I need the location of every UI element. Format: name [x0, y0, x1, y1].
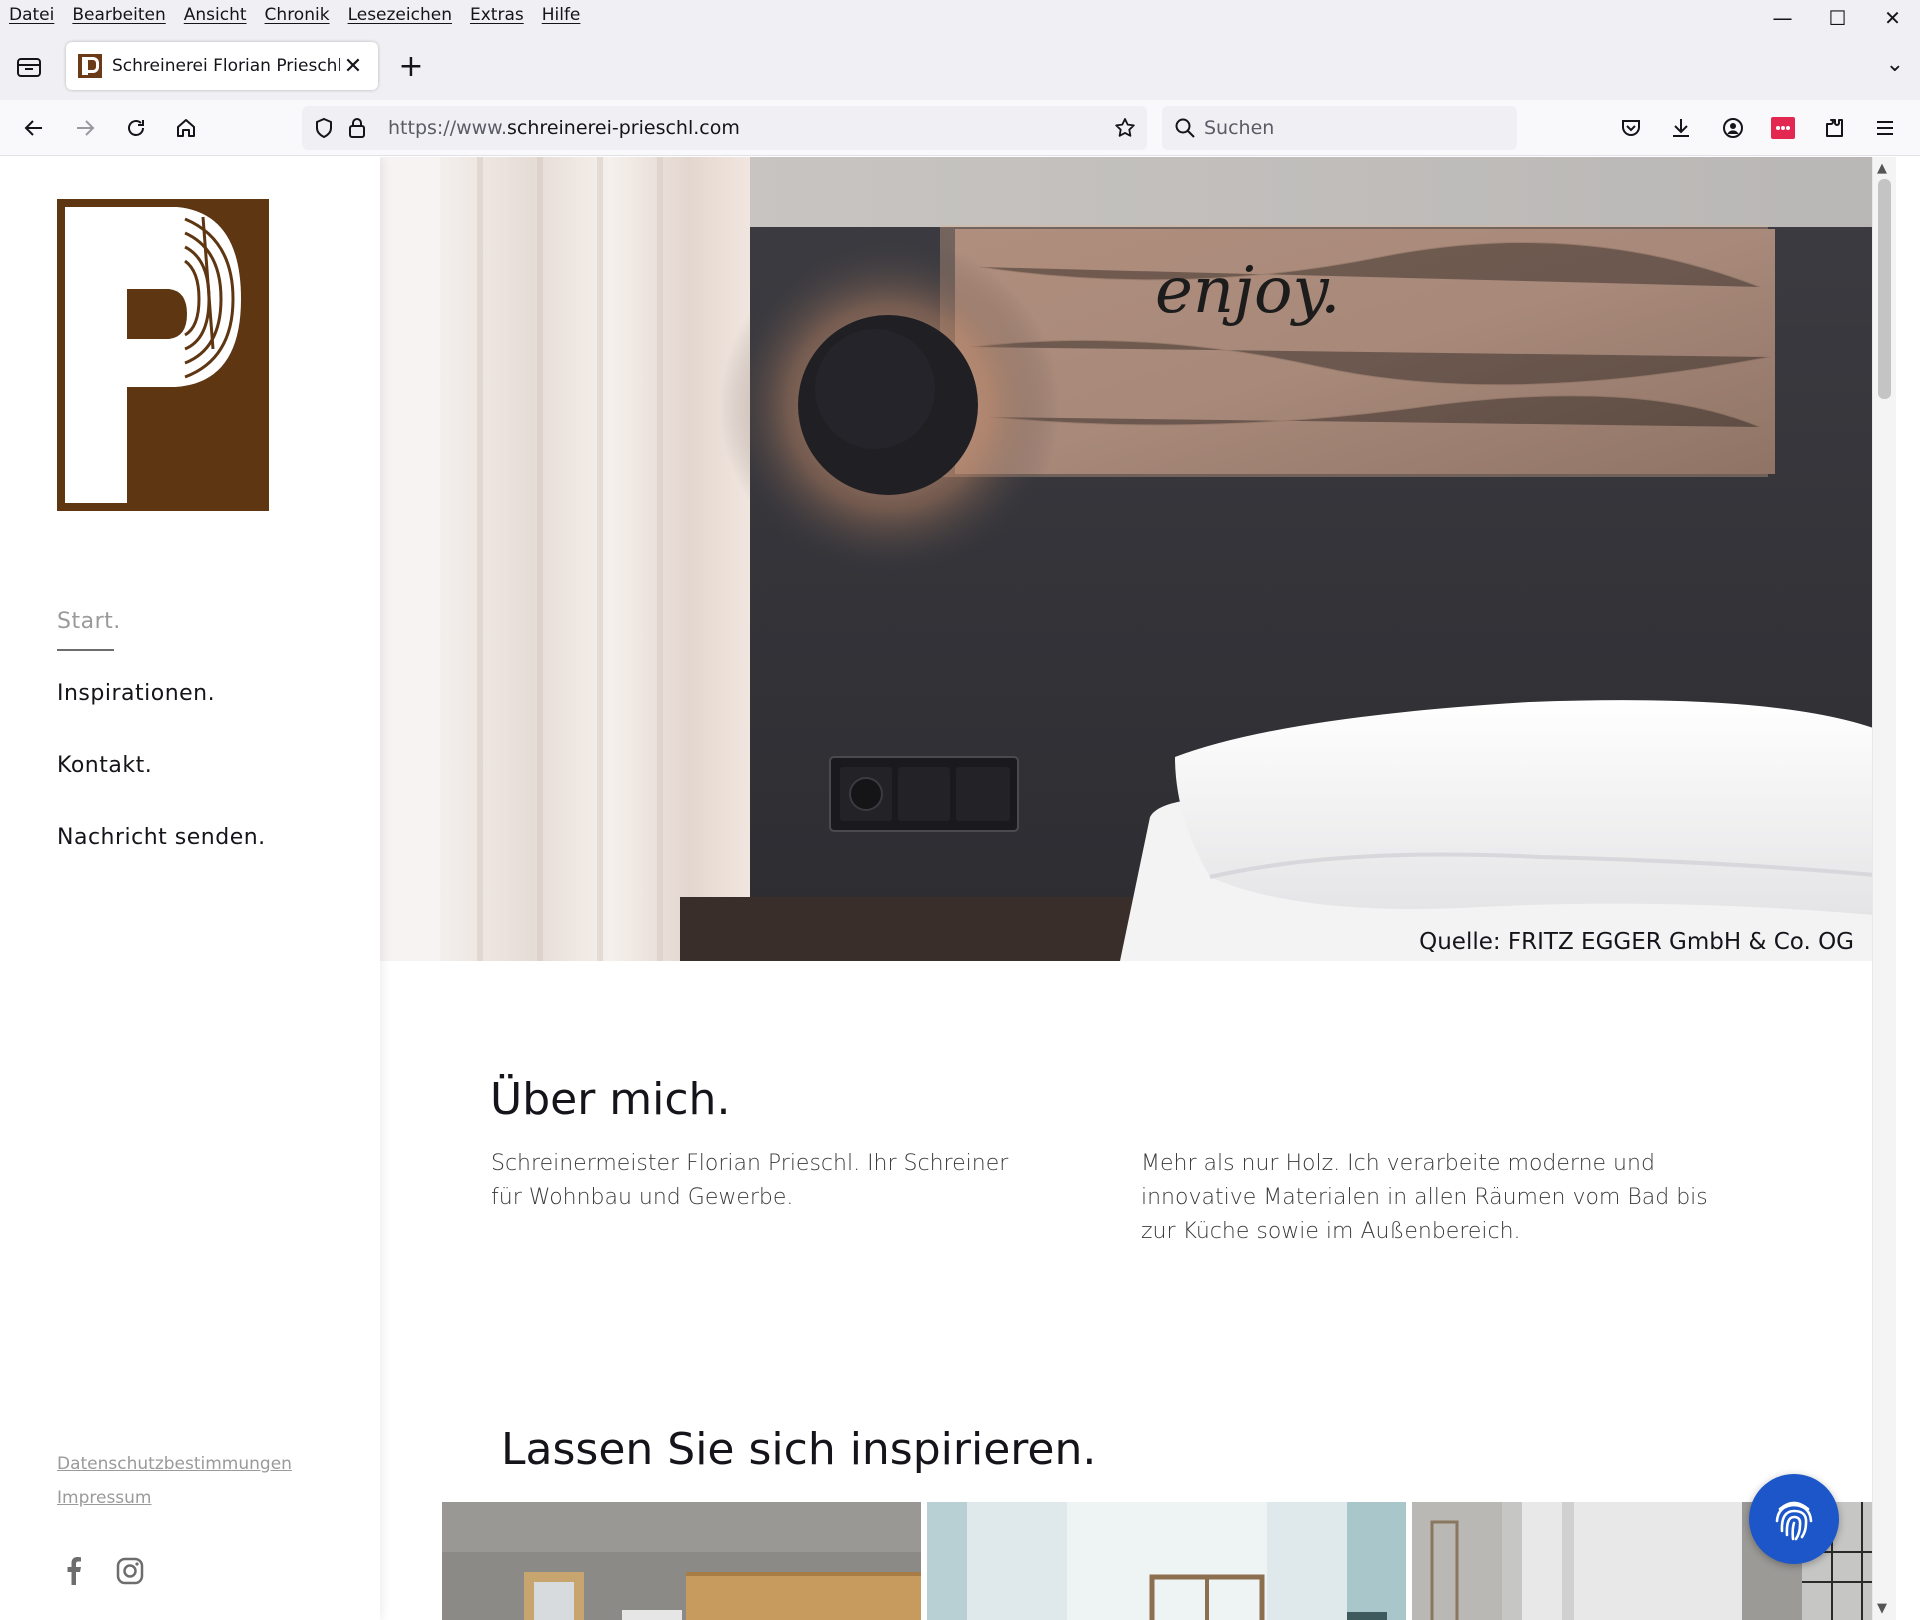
about-text-left: Schreinermeister Florian Prieschl. Ihr S…	[491, 1151, 1009, 1210]
search-bar[interactable]: Suchen	[1162, 106, 1517, 150]
tab-bar: Schreinerei Florian Prieschl ✕ + ⌄	[0, 30, 1920, 100]
menu-bar: Datei Bearbeiten Ansicht Chronik Lesezei…	[0, 0, 1920, 30]
gallery-tile[interactable]	[927, 1502, 1406, 1620]
reload-icon[interactable]	[120, 112, 152, 144]
fingerprint-icon	[1775, 1501, 1813, 1541]
nav-kontakt[interactable]: Kontakt.	[57, 753, 266, 825]
url-text[interactable]: https://www.schreinerei-prieschl.com	[388, 117, 740, 139]
url-bar[interactable]: https://www.schreinerei-prieschl.com	[302, 106, 1147, 150]
back-icon[interactable]	[18, 112, 50, 144]
inspiration-gallery	[442, 1502, 1892, 1620]
url-scheme: https://www.	[388, 117, 508, 139]
list-all-tabs-icon[interactable]: ⌄	[1886, 52, 1904, 77]
menu-bearbeiten[interactable]: Bearbeiten	[63, 5, 174, 25]
search-input[interactable]: Suchen	[1204, 117, 1274, 139]
gallery-tile[interactable]	[442, 1502, 921, 1620]
link-datenschutz[interactable]: Datenschutzbestimmungen	[57, 1454, 292, 1488]
bookmark-star-icon[interactable]	[1113, 116, 1137, 144]
search-icon	[1174, 117, 1196, 143]
headboard-text: enjoy.	[1155, 254, 1340, 328]
menu-extras[interactable]: Extras	[461, 5, 533, 25]
home-icon[interactable]	[170, 112, 202, 144]
instagram-icon[interactable]	[113, 1554, 147, 1588]
site-nav: Start. Inspirationen. Kontakt. Nachricht…	[57, 609, 266, 897]
account-icon[interactable]	[1717, 112, 1749, 144]
tracking-protection-icon[interactable]	[312, 116, 336, 144]
page-scrollbar[interactable]: ▲ ▼	[1872, 157, 1896, 1620]
scroll-down-icon[interactable]: ▼	[1877, 1601, 1887, 1616]
about-title: Über mich.	[490, 1074, 731, 1125]
menu-ansicht[interactable]: Ansicht	[175, 5, 256, 25]
download-icon[interactable]	[1665, 112, 1697, 144]
close-tab-icon[interactable]: ✕	[340, 54, 366, 79]
hero-image: enjoy. Quelle: FRITZ EGGER GmbH & Co. OG	[380, 157, 1896, 961]
prieschl-logo[interactable]	[57, 199, 269, 511]
menu-datei[interactable]: Datei	[0, 5, 63, 25]
scroll-up-icon[interactable]: ▲	[1877, 161, 1887, 176]
tab-active[interactable]: Schreinerei Florian Prieschl ✕	[66, 42, 378, 90]
inspire-title: Lassen Sie sich inspirieren.	[501, 1424, 1097, 1475]
social-links	[57, 1554, 147, 1588]
cookie-consent-fingerprint-button[interactable]	[1749, 1474, 1839, 1564]
extensions-icon[interactable]	[1818, 112, 1850, 144]
hero-caption: Quelle: FRITZ EGGER GmbH & Co. OG	[1419, 929, 1854, 955]
favicon-icon	[78, 54, 102, 78]
hamburger-menu-icon[interactable]	[1869, 112, 1901, 144]
nav-inspirationen[interactable]: Inspirationen.	[57, 681, 266, 753]
url-host: schreinerei-prieschl.com	[507, 117, 740, 139]
about-text-right: Mehr als nur Holz. Ich verarbeite modern…	[1141, 1151, 1708, 1244]
pocket-icon[interactable]	[1615, 112, 1647, 144]
link-impressum[interactable]: Impressum	[57, 1488, 292, 1522]
password-manager-addon-icon[interactable]	[1767, 112, 1799, 144]
main-content: enjoy. Quelle: FRITZ EGGER GmbH & Co. OG…	[380, 157, 1896, 1620]
scroll-thumb[interactable]	[1878, 179, 1891, 399]
forward-icon[interactable]	[69, 112, 101, 144]
nav-start[interactable]: Start.	[57, 609, 266, 681]
menu-hilfe[interactable]: Hilfe	[533, 5, 590, 25]
new-tab-button[interactable]: +	[396, 52, 426, 82]
menu-lesezeichen[interactable]: Lesezeichen	[339, 5, 461, 25]
lock-icon[interactable]	[346, 116, 368, 144]
nav-nachricht-senden[interactable]: Nachricht senden.	[57, 825, 266, 897]
menu-chronik[interactable]: Chronik	[256, 5, 339, 25]
nav-bar: https://www.schreinerei-prieschl.com Suc…	[0, 100, 1920, 156]
tab-title: Schreinerei Florian Prieschl	[112, 56, 340, 76]
tab-list-icon[interactable]	[14, 54, 44, 80]
facebook-icon[interactable]	[57, 1554, 91, 1588]
sidebar: Start. Inspirationen. Kontakt. Nachricht…	[0, 157, 380, 1620]
legal-links: Datenschutzbestimmungen Impressum	[57, 1454, 292, 1522]
page-viewport: Start. Inspirationen. Kontakt. Nachricht…	[0, 157, 1920, 1620]
